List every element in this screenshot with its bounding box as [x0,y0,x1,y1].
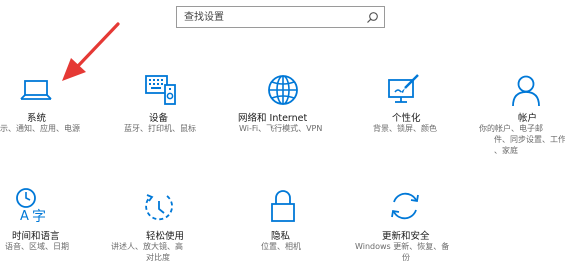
tile-description: Wi-Fi、飞行模式、VPN [239,124,323,133]
time-language-icon: A 字 [16,188,46,222]
settings-page: 系统 示、通知、应用、电源 设备 蓝牙、打印机、鼠标 网络和 Internet [0,0,565,280]
tile-title: 个性化 [392,113,421,124]
tile-time-language[interactable]: A 字 时间和语言 语音、区域、日期 [0,186,112,266]
tile-title: 网络和 Internet [238,113,308,124]
tile-network[interactable]: 网络和 Internet Wi-Fi、飞行模式、VPN [228,70,340,150]
svg-text:A: A [20,209,29,222]
tile-description-line: 你的帐户、电子邮 [479,124,543,133]
tile-update-security[interactable]: 更新和安全 Windows 更新、恢复、备 份 [352,186,464,266]
devices-icon [145,75,176,105]
svg-text:字: 字 [32,209,46,222]
tile-title: 系统 [27,113,47,124]
tile-title: 轻松使用 [146,231,185,242]
tile-description-line: 对比度 [146,253,170,262]
globe-icon [268,75,298,105]
search-input[interactable] [177,7,364,27]
tile-title: 隐私 [271,231,291,242]
tile-description-line: 件、同步设置、工作 [494,135,565,144]
ease-of-access-icon [145,194,173,221]
tile-description: 蓝牙、打印机、鼠标 [124,124,196,133]
tile-title: 更新和安全 [382,231,430,242]
tile-description: 背景、锁屏、颜色 [373,124,437,133]
search-icon[interactable] [366,11,379,24]
tile-ease-of-access[interactable]: 轻松使用 讲述人、放大镜、高 对比度 [104,186,216,266]
tile-description-line: Windows 更新、恢复、备 [355,242,450,251]
tile-devices[interactable]: 设备 蓝牙、打印机、鼠标 [104,70,216,150]
tile-personalization[interactable]: 个性化 背景、锁屏、颜色 [352,70,464,150]
tile-system[interactable]: 系统 示、通知、应用、电源 [0,70,112,150]
tile-description-line: 讲述人、放大镜、高 [111,242,183,251]
search-box[interactable] [176,6,385,28]
tile-description: 示、通知、应用、电源 [0,124,80,133]
tile-description-line: 份 [402,253,410,262]
sync-icon [391,192,419,220]
tile-privacy[interactable]: 隐私 位置、相机 [228,186,340,266]
tile-accounts[interactable]: 帐户 你的帐户、电子邮 件、同步设置、工作 、家庭 [476,70,565,155]
tile-description-line: 、家庭 [494,146,518,155]
tile-title: 帐户 [518,113,538,124]
tile-title: 时间和语言 [12,231,60,242]
lock-icon [271,190,295,222]
laptop-icon [20,80,52,100]
personalization-icon [388,74,419,103]
tile-description: 位置、相机 [261,242,301,251]
person-icon [512,75,540,107]
tile-title: 设备 [149,113,169,124]
tile-description: 语音、区域、日期 [5,242,69,251]
